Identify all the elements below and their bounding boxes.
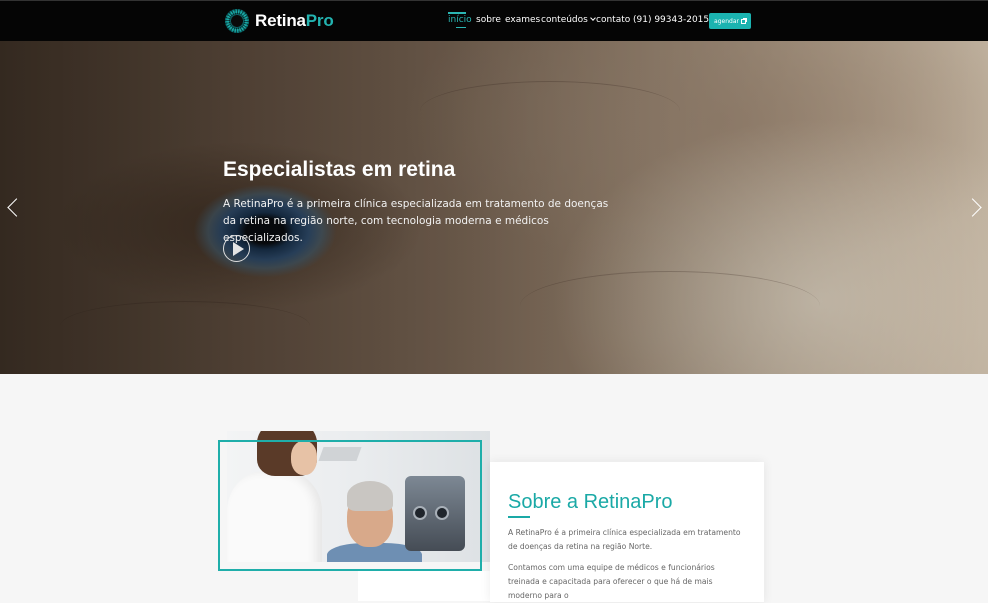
active-underline	[456, 27, 466, 28]
nav-sobre[interactable]: sobre	[476, 15, 501, 25]
about-photo-frame	[218, 440, 482, 571]
logo-mark-icon	[225, 8, 249, 33]
nav-conteudos-label: conteúdos	[541, 15, 588, 25]
nav-exames[interactable]: exames	[505, 15, 540, 25]
logo[interactable]: RetinaPro	[225, 8, 334, 33]
phone-number: (91) 99343-2015	[633, 15, 710, 25]
hero-slider: Especialistas em retina A RetinaPro é a …	[0, 41, 988, 374]
nav-phone[interactable]: (91) 99343-2015	[633, 15, 719, 25]
logo-text: RetinaPro	[255, 10, 334, 30]
nav-contato[interactable]: contato	[596, 15, 630, 25]
about-background	[358, 571, 490, 601]
navbar: RetinaPro início sobre exames conteúdos …	[0, 0, 988, 41]
hero-title: Especialistas em retina	[223, 158, 456, 181]
external-link-icon	[740, 17, 747, 24]
nav-inicio[interactable]: início	[448, 15, 472, 25]
chevron-down-icon	[590, 15, 596, 21]
about-title-underline	[508, 516, 530, 518]
hero-text: A RetinaPro é a primeira clínica especia…	[223, 198, 609, 244]
about-paragraph-2: Contamos com uma equipe de médicos e fun…	[508, 563, 715, 600]
nav-conteudos[interactable]: conteúdos	[541, 15, 596, 25]
agendar-label: agendar	[714, 17, 739, 25]
about-paragraph-1: A RetinaPro é a primeira clínica especia…	[508, 528, 741, 551]
agendar-button[interactable]: agendar	[709, 13, 751, 29]
play-icon[interactable]	[223, 235, 250, 262]
about-title: Sobre a RetinaPro	[508, 491, 673, 513]
active-indicator	[448, 12, 466, 14]
